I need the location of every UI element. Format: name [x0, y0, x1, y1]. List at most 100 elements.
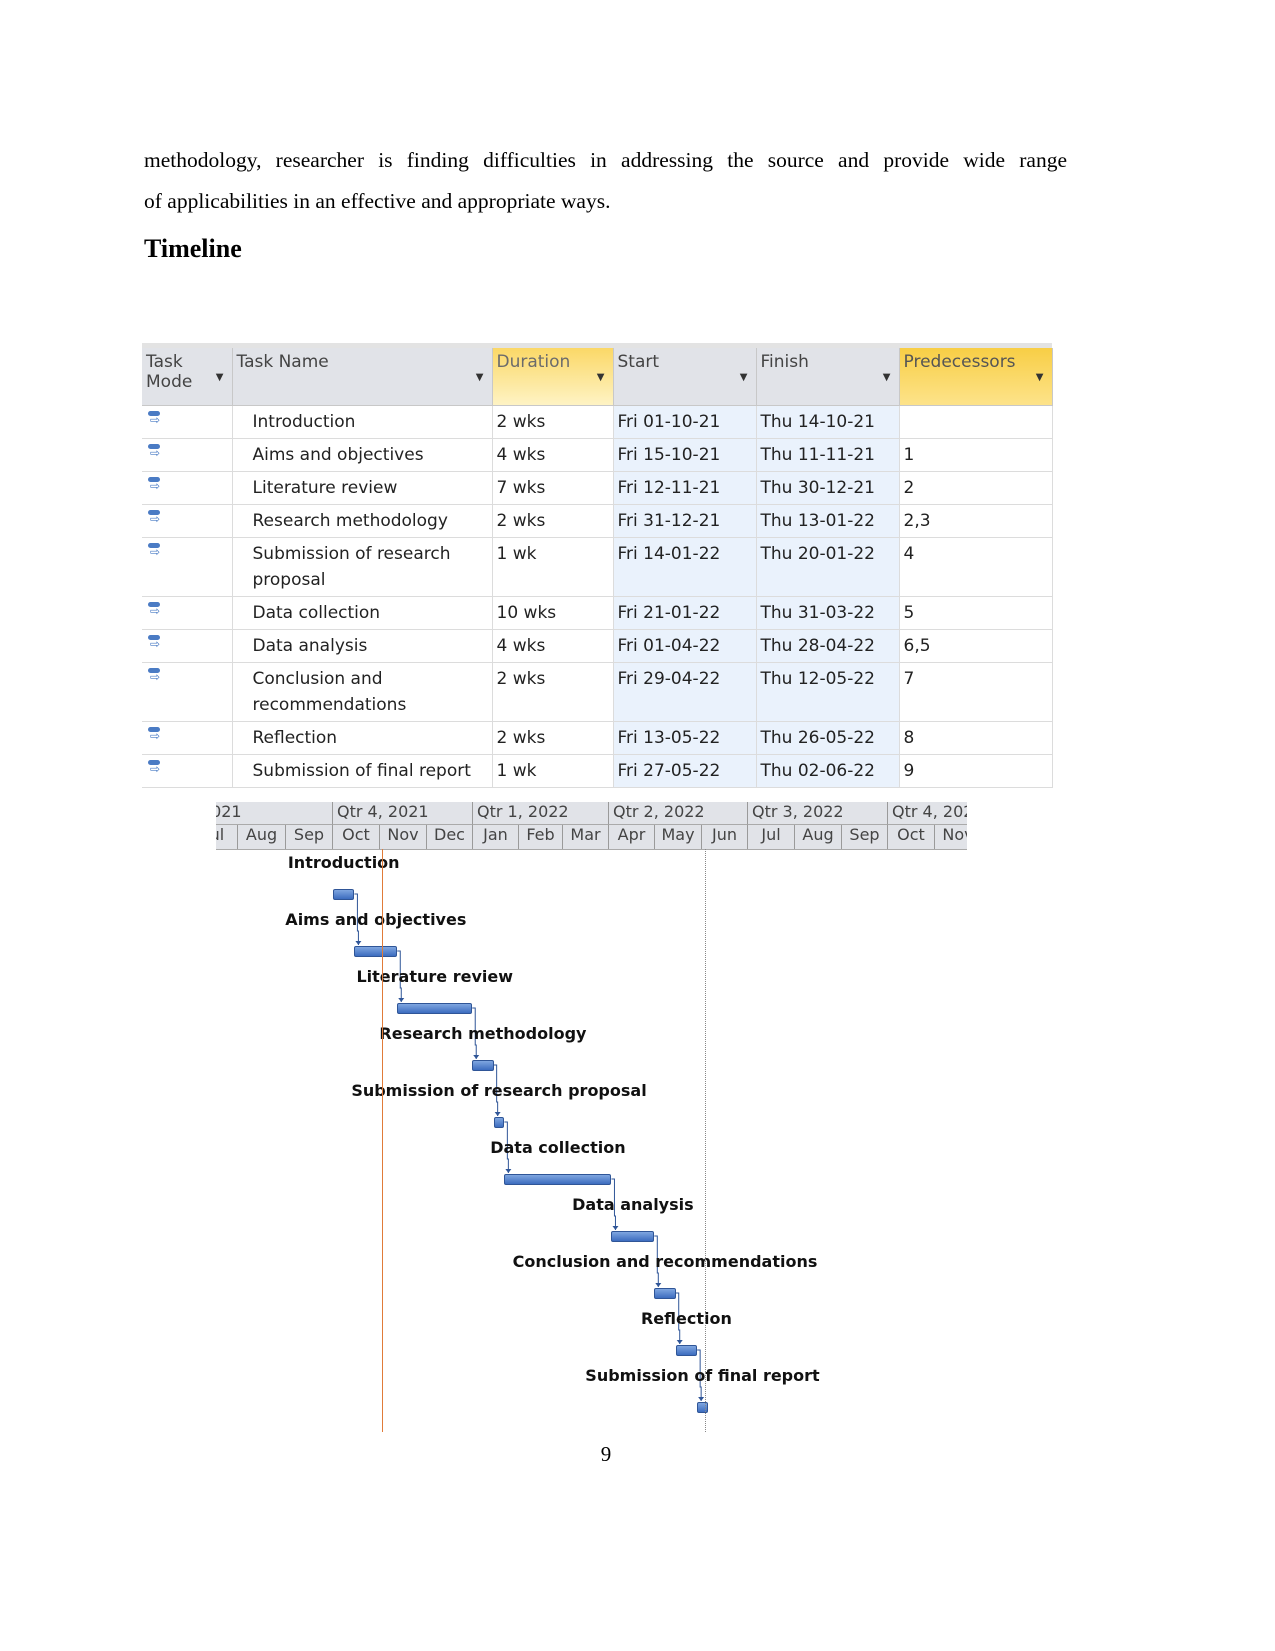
task-name-cell[interactable]: Reflection	[232, 721, 493, 755]
auto-scheduled-task-icon	[146, 635, 164, 651]
finish-cell[interactable]: Thu 20-01-22	[756, 537, 900, 597]
paragraph-line: of applicabilities in an effective and a…	[144, 189, 611, 213]
predecessors-cell[interactable]: 5	[899, 596, 1053, 630]
duration-cell[interactable]: 2 wks	[492, 662, 614, 722]
duration-cell[interactable]: 1 wk	[492, 754, 614, 788]
predecessors-cell[interactable]: 8	[899, 721, 1053, 755]
task-name-cell[interactable]: Research methodology	[232, 504, 493, 538]
gantt-bar[interactable]	[472, 1060, 494, 1071]
task-mode-cell	[142, 438, 233, 472]
start-cell[interactable]: Fri 01-10-21	[613, 405, 757, 439]
task-mode-cell	[142, 537, 233, 597]
task-name-cell[interactable]: Literature review	[232, 471, 493, 505]
body-paragraph: methodology, researcher is finding diffi…	[144, 140, 1067, 222]
dependency-arrow	[505, 1169, 512, 1173]
finish-cell[interactable]: Thu 28-04-22	[756, 629, 900, 663]
table-row[interactable]: Aims and objectives4 wksFri 15-10-21Thu …	[142, 438, 1053, 472]
task-name-cell[interactable]: Data collection	[232, 596, 493, 630]
dropdown-arrow-icon[interactable]: ▼	[1036, 372, 1044, 383]
column-header-task-name[interactable]: Task Name ▼	[232, 348, 493, 406]
start-cell[interactable]: Fri 13-05-22	[613, 721, 757, 755]
dependency-arrow	[494, 1112, 501, 1116]
task-name-cell[interactable]: Aims and objectives	[232, 438, 493, 472]
gantt-bar[interactable]	[675, 1345, 698, 1356]
predecessors-cell[interactable]: 1	[899, 438, 1053, 472]
predecessors-cell[interactable]	[899, 405, 1053, 439]
table-row[interactable]: Submission of final report1 wkFri 27-05-…	[142, 754, 1053, 788]
predecessors-cell[interactable]: 2	[899, 471, 1053, 505]
table-row[interactable]: Submission of research proposal1 wkFri 1…	[142, 537, 1053, 597]
start-cell[interactable]: Fri 31-12-21	[613, 504, 757, 538]
gantt-bar[interactable]	[504, 1174, 612, 1185]
gantt-bar[interactable]	[697, 1402, 708, 1413]
duration-cell[interactable]: 4 wks	[492, 438, 614, 472]
task-mode-cell	[142, 629, 233, 663]
finish-cell[interactable]: Thu 11-11-21	[756, 438, 900, 472]
table-row[interactable]: Introduction2 wksFri 01-10-21Thu 14-10-2…	[142, 405, 1053, 439]
task-name-cell[interactable]: Data analysis	[232, 629, 493, 663]
task-name-cell[interactable]: Introduction	[232, 405, 493, 439]
predecessors-cell[interactable]: 4	[899, 537, 1053, 597]
table-row[interactable]: Data collection10 wksFri 21-01-22Thu 31-…	[142, 596, 1053, 630]
dropdown-arrow-icon[interactable]: ▼	[740, 372, 748, 383]
task-name-cell[interactable]: Conclusion and recommendations	[232, 662, 493, 722]
gantt-bar-label: Aims and objectives	[285, 910, 467, 929]
start-cell[interactable]: Fri 12-11-21	[613, 471, 757, 505]
column-header-finish[interactable]: Finish ▼	[756, 348, 900, 406]
column-header-start[interactable]: Start ▼	[613, 348, 757, 406]
dropdown-arrow-icon[interactable]: ▼	[216, 372, 224, 383]
column-header-label: Start	[617, 352, 660, 372]
column-header-task-mode[interactable]: Task Mode ▼	[142, 348, 233, 406]
column-header-duration[interactable]: Duration ▼	[492, 348, 614, 406]
auto-scheduled-task-icon	[146, 760, 164, 776]
predecessors-cell[interactable]: 2,3	[899, 504, 1053, 538]
gantt-bar[interactable]	[493, 1117, 505, 1128]
column-header-label: Duration	[496, 352, 571, 372]
duration-cell[interactable]: 10 wks	[492, 596, 614, 630]
task-mode-cell	[142, 471, 233, 505]
document-page: methodology, researcher is finding diffi…	[0, 0, 1275, 1651]
section-heading: Timeline	[144, 234, 242, 263]
table-row[interactable]: Literature review7 wksFri 12-11-21Thu 30…	[142, 471, 1053, 505]
table-row[interactable]: Reflection2 wksFri 13-05-22Thu 26-05-228	[142, 721, 1053, 755]
column-header-label: Finish	[760, 352, 809, 372]
start-cell[interactable]: Fri 21-01-22	[613, 596, 757, 630]
gantt-bar[interactable]	[611, 1231, 655, 1242]
gantt-bar[interactable]	[354, 946, 398, 957]
finish-cell[interactable]: Thu 31-03-22	[756, 596, 900, 630]
gantt-bar[interactable]	[654, 1288, 676, 1299]
duration-cell[interactable]: 1 wk	[492, 537, 614, 597]
finish-cell[interactable]: Thu 12-05-22	[756, 662, 900, 722]
start-cell[interactable]: Fri 29-04-22	[613, 662, 757, 722]
predecessors-cell[interactable]: 9	[899, 754, 1053, 788]
finish-cell[interactable]: Thu 02-06-22	[756, 754, 900, 788]
finish-cell[interactable]: Thu 13-01-22	[756, 504, 900, 538]
task-name-cell[interactable]: Submission of final report	[232, 754, 493, 788]
table-row[interactable]: Data analysis4 wksFri 01-04-22Thu 28-04-…	[142, 629, 1053, 663]
start-cell[interactable]: Fri 27-05-22	[613, 754, 757, 788]
duration-cell[interactable]: 4 wks	[492, 629, 614, 663]
table-row[interactable]: Conclusion and recommendations2 wksFri 2…	[142, 662, 1053, 722]
start-cell[interactable]: Fri 15-10-21	[613, 438, 757, 472]
column-header-predecessors[interactable]: Predecessors ▼	[899, 348, 1053, 406]
finish-cell[interactable]: Thu 30-12-21	[756, 471, 900, 505]
duration-cell[interactable]: 2 wks	[492, 405, 614, 439]
start-cell[interactable]: Fri 01-04-22	[613, 629, 757, 663]
table-row[interactable]: Research methodology2 wksFri 31-12-21Thu…	[142, 504, 1053, 538]
dropdown-arrow-icon[interactable]: ▼	[597, 372, 605, 383]
predecessors-cell[interactable]: 7	[899, 662, 1053, 722]
task-mode-cell	[142, 754, 233, 788]
predecessors-cell[interactable]: 6,5	[899, 629, 1053, 663]
duration-cell[interactable]: 7 wks	[492, 471, 614, 505]
start-cell[interactable]: Fri 14-01-22	[613, 537, 757, 597]
gantt-bar[interactable]	[333, 889, 355, 900]
finish-cell[interactable]: Thu 26-05-22	[756, 721, 900, 755]
finish-cell[interactable]: Thu 14-10-21	[756, 405, 900, 439]
dropdown-arrow-icon[interactable]: ▼	[476, 372, 484, 383]
task-name-cell[interactable]: Submission of research proposal	[232, 537, 493, 597]
duration-cell[interactable]: 2 wks	[492, 504, 614, 538]
auto-scheduled-task-icon	[146, 411, 164, 427]
duration-cell[interactable]: 2 wks	[492, 721, 614, 755]
gantt-bar[interactable]	[397, 1003, 473, 1014]
dropdown-arrow-icon[interactable]: ▼	[883, 372, 891, 383]
